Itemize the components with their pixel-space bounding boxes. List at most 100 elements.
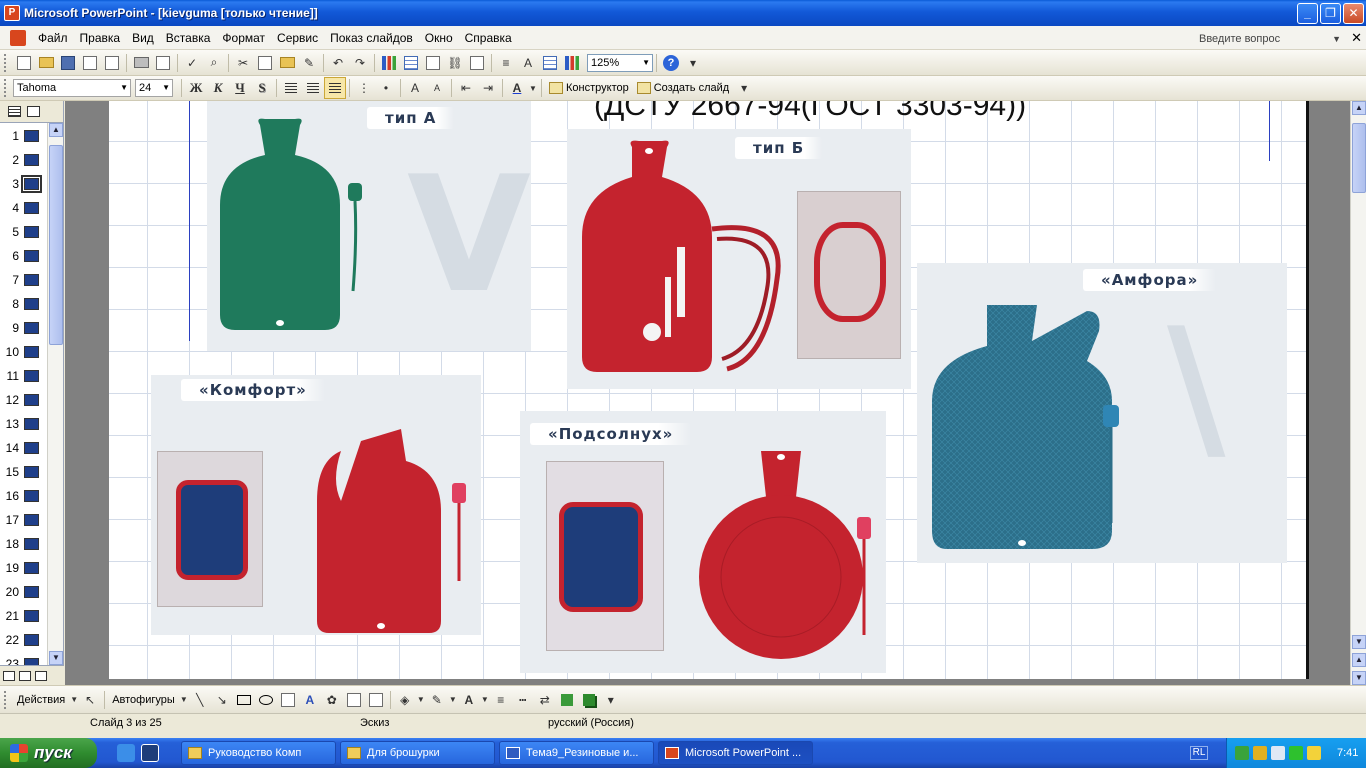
font-select[interactable]: Tahoma ▼ (13, 79, 131, 97)
slide-thumbnail[interactable] (24, 514, 39, 526)
line-style-icon[interactable]: ≡ (490, 689, 512, 711)
menu-format[interactable]: Формат (216, 31, 271, 45)
show-formatting-icon[interactable]: A (517, 52, 539, 74)
scroll-up-icon[interactable]: ▲ (1352, 101, 1366, 115)
undo-icon[interactable]: ↶ (327, 52, 349, 74)
slide-thumbnail[interactable] (24, 586, 39, 598)
scroll-down-icon[interactable]: ▼ (1352, 635, 1366, 649)
autoshapes-menu[interactable]: Автофигуры (108, 694, 179, 706)
slide-number[interactable]: 22 (5, 633, 19, 647)
paste-icon[interactable] (276, 52, 298, 74)
slide-thumbnail[interactable] (24, 466, 39, 478)
slide-scrollbar[interactable]: ▲ ▼ ▲ ▼ (1350, 101, 1366, 685)
insert-chart-icon[interactable] (378, 52, 400, 74)
permission-icon[interactable] (79, 52, 101, 74)
insert-hyperlink-icon[interactable]: ⛓ (444, 52, 466, 74)
toolbar-options-icon[interactable]: ▾ (733, 77, 755, 99)
chevron-down-icon[interactable]: ▼ (448, 689, 458, 711)
expand-all-icon[interactable]: ≡ (495, 52, 517, 74)
slide-number[interactable]: 13 (5, 417, 19, 431)
chevron-down-icon[interactable]: ▼ (416, 689, 426, 711)
menu-slideshow[interactable]: Показ слайдов (324, 31, 419, 45)
slide-thumbnail[interactable] (24, 274, 39, 286)
tables-borders-icon[interactable] (422, 52, 444, 74)
cut-icon[interactable]: ✂ (232, 52, 254, 74)
show-desktop-icon[interactable] (141, 744, 159, 762)
slide-number[interactable]: 11 (5, 369, 19, 383)
toolbar-grip[interactable] (4, 79, 10, 97)
help-question-box[interactable]: Введите вопрос ▼ (1194, 29, 1344, 47)
slide-number[interactable]: 16 (5, 489, 19, 503)
clock[interactable]: 7:41 (1337, 747, 1358, 759)
chevron-down-icon[interactable]: ▼ (69, 689, 79, 711)
slide-sorter-icon[interactable] (19, 670, 31, 681)
align-right-icon[interactable] (324, 77, 346, 99)
slide-thumbnail[interactable] (24, 154, 39, 166)
decrease-indent-icon[interactable]: ⇤ (455, 77, 477, 99)
document-close-button[interactable]: ✕ (1351, 30, 1362, 46)
task-powerpoint[interactable]: Microsoft PowerPoint ... (658, 741, 813, 765)
italic-button[interactable]: К (207, 77, 229, 99)
task-rukovodstvo[interactable]: Руководство Комп (181, 741, 336, 765)
photo-type-b[interactable]: тип Б (567, 129, 911, 389)
slide-thumbnail[interactable] (24, 298, 39, 310)
align-center-icon[interactable] (302, 77, 324, 99)
slide-number[interactable]: 8 (5, 297, 19, 311)
font-size-select[interactable]: 24 ▼ (135, 79, 173, 97)
scroll-up-icon[interactable]: ▲ (49, 123, 63, 137)
font-color-icon[interactable]: A (506, 77, 528, 99)
picture-icon[interactable] (365, 689, 387, 711)
open-icon[interactable] (35, 52, 57, 74)
increase-indent-icon[interactable]: ⇥ (477, 77, 499, 99)
security-icon[interactable] (1253, 746, 1267, 760)
zoom-select[interactable]: 125% ▼ (587, 53, 653, 72)
restore-button[interactable]: ❐ (1320, 3, 1341, 24)
designer-button[interactable]: Конструктор (545, 78, 633, 98)
line-icon[interactable]: ╲ (189, 689, 211, 711)
shadow-style-icon[interactable] (556, 689, 578, 711)
slide-title[interactable]: (ДСТУ 2667-94(ГОСТ 3303-94)) (594, 101, 1026, 123)
slideshow-icon[interactable] (35, 670, 47, 681)
slide-thumbnail[interactable] (24, 322, 39, 334)
align-left-icon[interactable] (280, 77, 302, 99)
bullets-icon[interactable]: • (375, 77, 397, 99)
copy-icon[interactable] (254, 52, 276, 74)
show-grid-icon[interactable] (539, 52, 561, 74)
slide-number[interactable]: 2 (5, 153, 19, 167)
close-button[interactable]: ✕ (1343, 3, 1364, 24)
scrollbar-thumb[interactable] (1352, 123, 1366, 193)
volume-icon[interactable] (1271, 746, 1285, 760)
bold-button[interactable]: Ж (185, 77, 207, 99)
slide-number[interactable]: 12 (5, 393, 19, 407)
new-slide-button[interactable]: Создать слайд (633, 78, 733, 98)
new-icon[interactable] (13, 52, 35, 74)
arrow-icon[interactable]: ↘ (211, 689, 233, 711)
scroll-down-icon[interactable]: ▼ (49, 651, 63, 665)
menu-window[interactable]: Окно (419, 31, 459, 45)
menu-file[interactable]: Файл (32, 31, 74, 45)
slide-thumbnail[interactable] (24, 346, 39, 358)
toolbar-options-icon[interactable]: ▾ (682, 52, 704, 74)
numbering-icon[interactable]: ⋮ (353, 77, 375, 99)
slide-thumbnail[interactable] (24, 226, 39, 238)
slide-number[interactable]: 14 (5, 441, 19, 455)
mail-icon[interactable] (101, 52, 123, 74)
slide-number[interactable]: 4 (5, 201, 19, 215)
shadow-button[interactable]: S (251, 77, 273, 99)
slide-number[interactable]: 21 (5, 609, 19, 623)
slide-thumbnail[interactable] (24, 418, 39, 430)
format-painter-icon[interactable]: ✎ (298, 52, 320, 74)
internet-explorer-icon[interactable] (117, 744, 135, 762)
slide-thumbnail[interactable] (24, 610, 39, 622)
normal-view-icon[interactable] (3, 670, 15, 681)
select-pointer-icon[interactable]: ↖ (79, 689, 101, 711)
toolbar-grip[interactable] (4, 53, 10, 72)
research-icon[interactable]: ⌕ (203, 52, 225, 74)
menu-view[interactable]: Вид (126, 31, 160, 45)
slide-number[interactable]: 3 (5, 177, 19, 191)
actions-menu[interactable]: Действия (13, 694, 69, 706)
increase-font-icon[interactable]: A (404, 77, 426, 99)
previous-slide-icon[interactable]: ▲ (1352, 653, 1366, 667)
chevron-down-icon[interactable]: ▼ (179, 689, 189, 711)
powerpoint-app-icon[interactable]: P (4, 5, 20, 21)
